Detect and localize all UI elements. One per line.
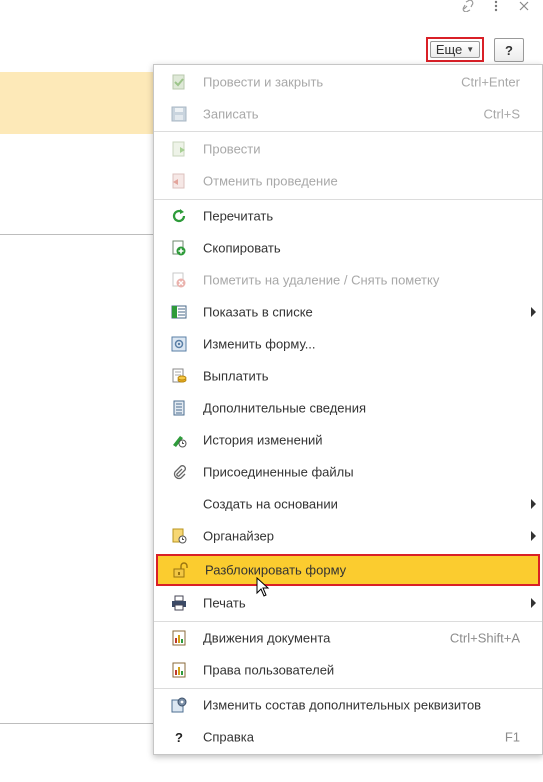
save-icon	[171, 106, 187, 122]
menu-item-unpost[interactable]: Отменить проведение	[154, 167, 542, 195]
history-icon	[171, 432, 187, 448]
form-highlight-row	[0, 72, 160, 134]
menu-separator	[154, 199, 542, 200]
menu-item-organizer[interactable]: Органайзер	[154, 522, 542, 550]
menu-item-print[interactable]: Печать	[154, 589, 542, 617]
form-divider	[0, 234, 160, 235]
menu-separator	[154, 131, 542, 132]
menu-item-save[interactable]: Записать Ctrl+S	[154, 100, 542, 128]
menu-item-show-in-list[interactable]: Показать в списке	[154, 298, 542, 326]
menu-item-attached-files[interactable]: Присоединенные файлы	[154, 458, 542, 486]
more-button-label: Еще	[435, 42, 463, 57]
paperclip-icon	[171, 464, 187, 480]
menu-item-unlock-form[interactable]: Разблокировать форму	[156, 554, 540, 586]
menu-item-additional-info[interactable]: Дополнительные сведения	[154, 394, 542, 422]
mark-delete-icon	[171, 272, 187, 288]
printer-icon	[171, 595, 187, 611]
menu-item-history[interactable]: История изменений	[154, 426, 542, 454]
additional-info-icon	[171, 400, 187, 416]
submenu-arrow-icon	[531, 307, 536, 317]
menu-item-help[interactable]: ? Справка F1	[154, 723, 542, 751]
menu-item-post-and-close[interactable]: Провести и закрыть Ctrl+Enter	[154, 68, 542, 96]
user-rights-icon	[171, 662, 187, 678]
menu-item-change-additional-attributes[interactable]: Изменить состав дополнительных реквизито…	[154, 691, 542, 719]
menu-item-post[interactable]: Провести	[154, 135, 542, 163]
menu-item-document-movements[interactable]: Движения документа Ctrl+Shift+A	[154, 624, 542, 652]
submenu-arrow-icon	[531, 499, 536, 509]
more-button[interactable]: Еще ▼	[426, 37, 484, 62]
help-button[interactable]: ?	[494, 38, 524, 62]
organizer-icon	[171, 528, 187, 544]
close-icon[interactable]	[517, 0, 531, 12]
copy-icon	[171, 240, 187, 256]
more-menu: Провести и закрыть Ctrl+Enter Записать C…	[153, 64, 543, 755]
pay-icon	[171, 368, 187, 384]
gear-icon	[171, 697, 187, 713]
unlock-icon	[173, 562, 189, 578]
form-divider	[0, 723, 160, 724]
menu-item-copy[interactable]: Скопировать	[154, 234, 542, 262]
menu-item-mark-delete[interactable]: Пометить на удаление / Снять пометку	[154, 266, 542, 294]
change-form-icon	[171, 336, 187, 352]
show-in-list-icon	[171, 304, 187, 320]
submenu-arrow-icon	[531, 531, 536, 541]
chevron-down-icon: ▼	[466, 45, 475, 54]
link-icon[interactable]	[461, 0, 475, 12]
unpost-icon	[171, 173, 187, 189]
screen: Еще ▼ ? Провести и закрыть Ctrl+Enter За…	[0, 0, 543, 782]
menu-separator	[154, 688, 542, 689]
post-and-close-icon	[171, 74, 187, 90]
mouse-cursor-icon	[256, 576, 270, 599]
menu-separator	[154, 621, 542, 622]
menu-item-pay[interactable]: Выплатить	[154, 362, 542, 390]
submenu-arrow-icon	[531, 598, 536, 608]
document-movements-icon	[171, 630, 187, 646]
window-controls	[461, 0, 531, 14]
help-icon: ?	[175, 729, 183, 745]
menu-item-refresh[interactable]: Перечитать	[154, 202, 542, 230]
menu-item-user-rights[interactable]: Права пользователей	[154, 656, 542, 684]
kebab-menu-icon[interactable]	[489, 0, 503, 12]
menu-item-create-based-on[interactable]: Создать на основании	[154, 490, 542, 518]
refresh-icon	[171, 208, 187, 224]
menu-item-change-form[interactable]: Изменить форму...	[154, 330, 542, 358]
post-icon	[171, 141, 187, 157]
